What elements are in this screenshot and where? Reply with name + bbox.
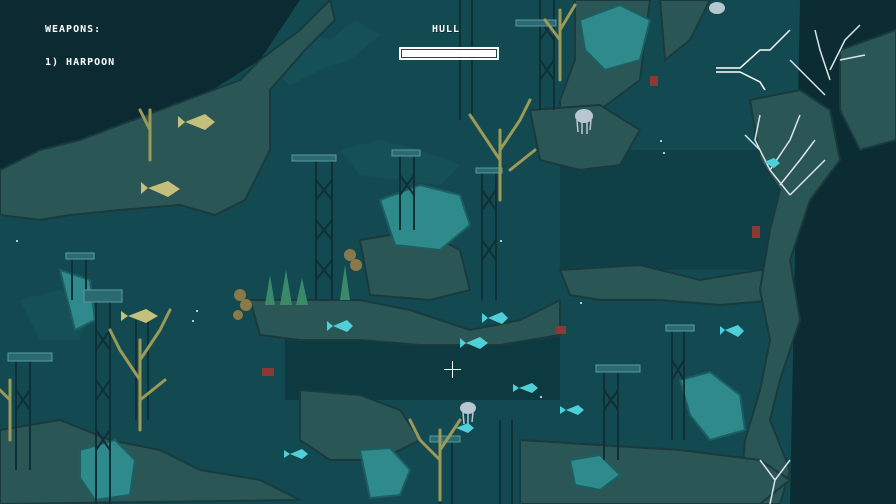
- hull-label: HULL: [432, 24, 461, 35]
- hull-bar: [399, 47, 499, 60]
- red-creature[interactable]: [752, 226, 760, 238]
- weapons-label: WEAPONS:: [45, 24, 102, 35]
- jellyfish[interactable]: [709, 2, 725, 14]
- red-creature[interactable]: [262, 368, 274, 376]
- underwater-cave-scene: [0, 0, 896, 504]
- red-creature[interactable]: [556, 326, 566, 334]
- weapon-slot-harpoon: 1) HARPOON: [45, 57, 116, 68]
- game-viewport[interactable]: WEAPONS: 1) HARPOON HULL: [0, 0, 896, 504]
- aim-crosshair-icon[interactable]: [444, 361, 461, 378]
- hull-bar-fill: [402, 50, 496, 57]
- red-creature[interactable]: [650, 76, 658, 86]
